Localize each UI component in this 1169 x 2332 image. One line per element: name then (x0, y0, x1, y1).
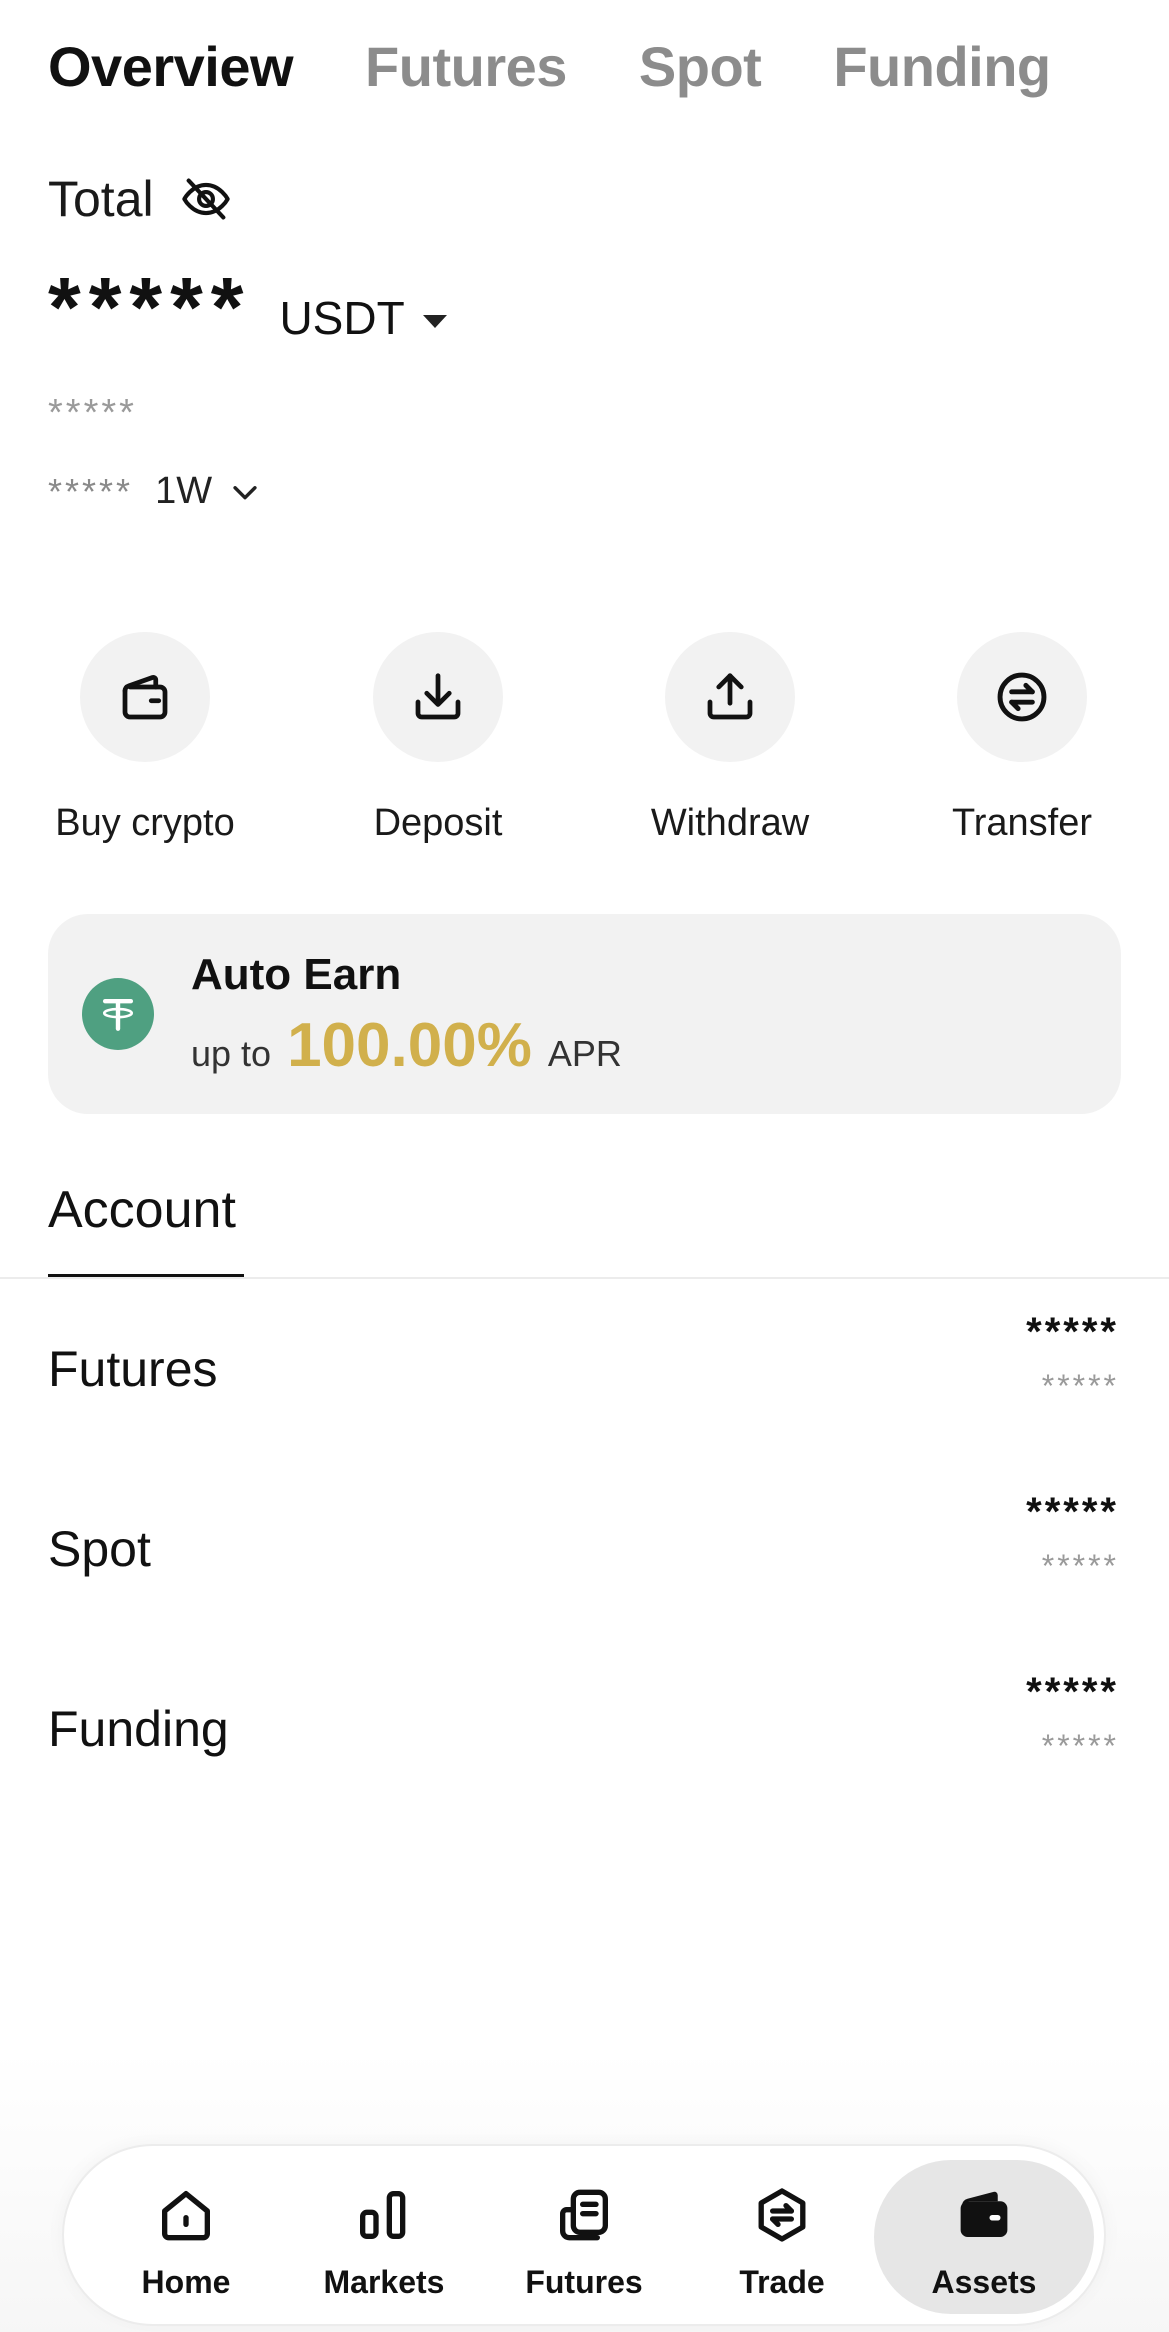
bottom-nav: Home Markets Futures Trade Assets (62, 2144, 1106, 2326)
markets-icon (349, 2180, 419, 2250)
nav-trade-label: Trade (739, 2264, 825, 2300)
pnl-row: ***** 1W (48, 470, 262, 513)
tab-spot[interactable]: Spot (639, 34, 762, 99)
total-label: Total (48, 171, 154, 227)
account-name: Spot (48, 1521, 151, 1577)
withdraw-label: Withdraw (650, 802, 810, 844)
nav-assets[interactable]: Assets (874, 2160, 1094, 2314)
caret-down-icon (422, 314, 447, 328)
account-value: ***** (1026, 1670, 1119, 1714)
tab-funding[interactable]: Funding (833, 34, 1051, 99)
auto-earn-prefix: up to (191, 1033, 272, 1074)
tether-icon (82, 978, 154, 1050)
transfer-icon (957, 632, 1087, 762)
home-icon (151, 2180, 221, 2250)
nav-home[interactable]: Home (88, 2160, 284, 2314)
chevron-down-icon (233, 485, 257, 499)
futures-icon (549, 2180, 619, 2250)
total-header: Total (48, 170, 232, 228)
total-balance: ***** (48, 260, 252, 354)
nav-futures-label: Futures (525, 2264, 643, 2300)
account-name: Futures (48, 1341, 218, 1397)
nav-home-label: Home (141, 2264, 231, 2300)
withdraw-button[interactable]: Withdraw (620, 632, 840, 845)
download-icon (373, 632, 503, 762)
nav-assets-label: Assets (931, 2264, 1037, 2300)
account-value: ***** (1026, 1310, 1119, 1354)
tab-account[interactable]: Account (48, 1180, 236, 1240)
account-sub-value: ***** (1041, 1548, 1119, 1584)
auto-earn-card[interactable]: Auto Earn up to 100.00% APR (48, 914, 1121, 1114)
auto-earn-title: Auto Earn (191, 950, 402, 999)
account-value: ***** (1026, 1490, 1119, 1534)
nav-markets[interactable]: Markets (286, 2160, 482, 2314)
buy-crypto-button[interactable]: Buy crypto (35, 632, 255, 845)
converted-balance: ***** (48, 392, 137, 434)
account-sub-value: ***** (1041, 1728, 1119, 1764)
trade-icon (747, 2180, 817, 2250)
pnl-value: ***** (48, 470, 134, 512)
period-label: 1W (155, 470, 213, 512)
tab-overview[interactable]: Overview (48, 34, 294, 99)
account-sub-value: ***** (1041, 1368, 1119, 1404)
nav-markets-label: Markets (323, 2264, 445, 2300)
nav-trade[interactable]: Trade (684, 2160, 880, 2314)
eye-off-icon[interactable] (180, 173, 232, 225)
auto-earn-rate: 100.00% (287, 1011, 532, 1080)
auto-earn-rate-line: up to 100.00% APR (191, 1010, 622, 1081)
deposit-button[interactable]: Deposit (328, 632, 548, 845)
nav-futures[interactable]: Futures (486, 2160, 682, 2314)
buy-crypto-label: Buy crypto (55, 802, 235, 844)
account-row-spot[interactable]: Spot ***** ***** (0, 1490, 1169, 1610)
divider (0, 1277, 1169, 1279)
auto-earn-suffix: APR (547, 1033, 622, 1074)
upload-icon (665, 632, 795, 762)
quick-actions: Buy crypto Deposit Withdraw Transfer (0, 632, 1169, 845)
transfer-label: Transfer (951, 802, 1093, 844)
account-name: Funding (48, 1701, 229, 1757)
currency-selector[interactable]: USDT (279, 291, 447, 349)
total-balance-row: ***** USDT (48, 265, 447, 349)
period-selector[interactable]: 1W (155, 470, 262, 513)
tab-futures[interactable]: Futures (365, 34, 567, 99)
assets-wallet-icon (949, 2180, 1019, 2250)
account-row-funding[interactable]: Funding ***** ***** (0, 1670, 1169, 1790)
account-row-futures[interactable]: Futures ***** ***** (0, 1310, 1169, 1430)
currency-label: USDT (279, 292, 405, 344)
transfer-button[interactable]: Transfer (912, 632, 1132, 845)
wallet-icon (80, 632, 210, 762)
deposit-label: Deposit (373, 802, 503, 844)
top-tabs: Overview Futures Spot Funding (48, 34, 1051, 99)
